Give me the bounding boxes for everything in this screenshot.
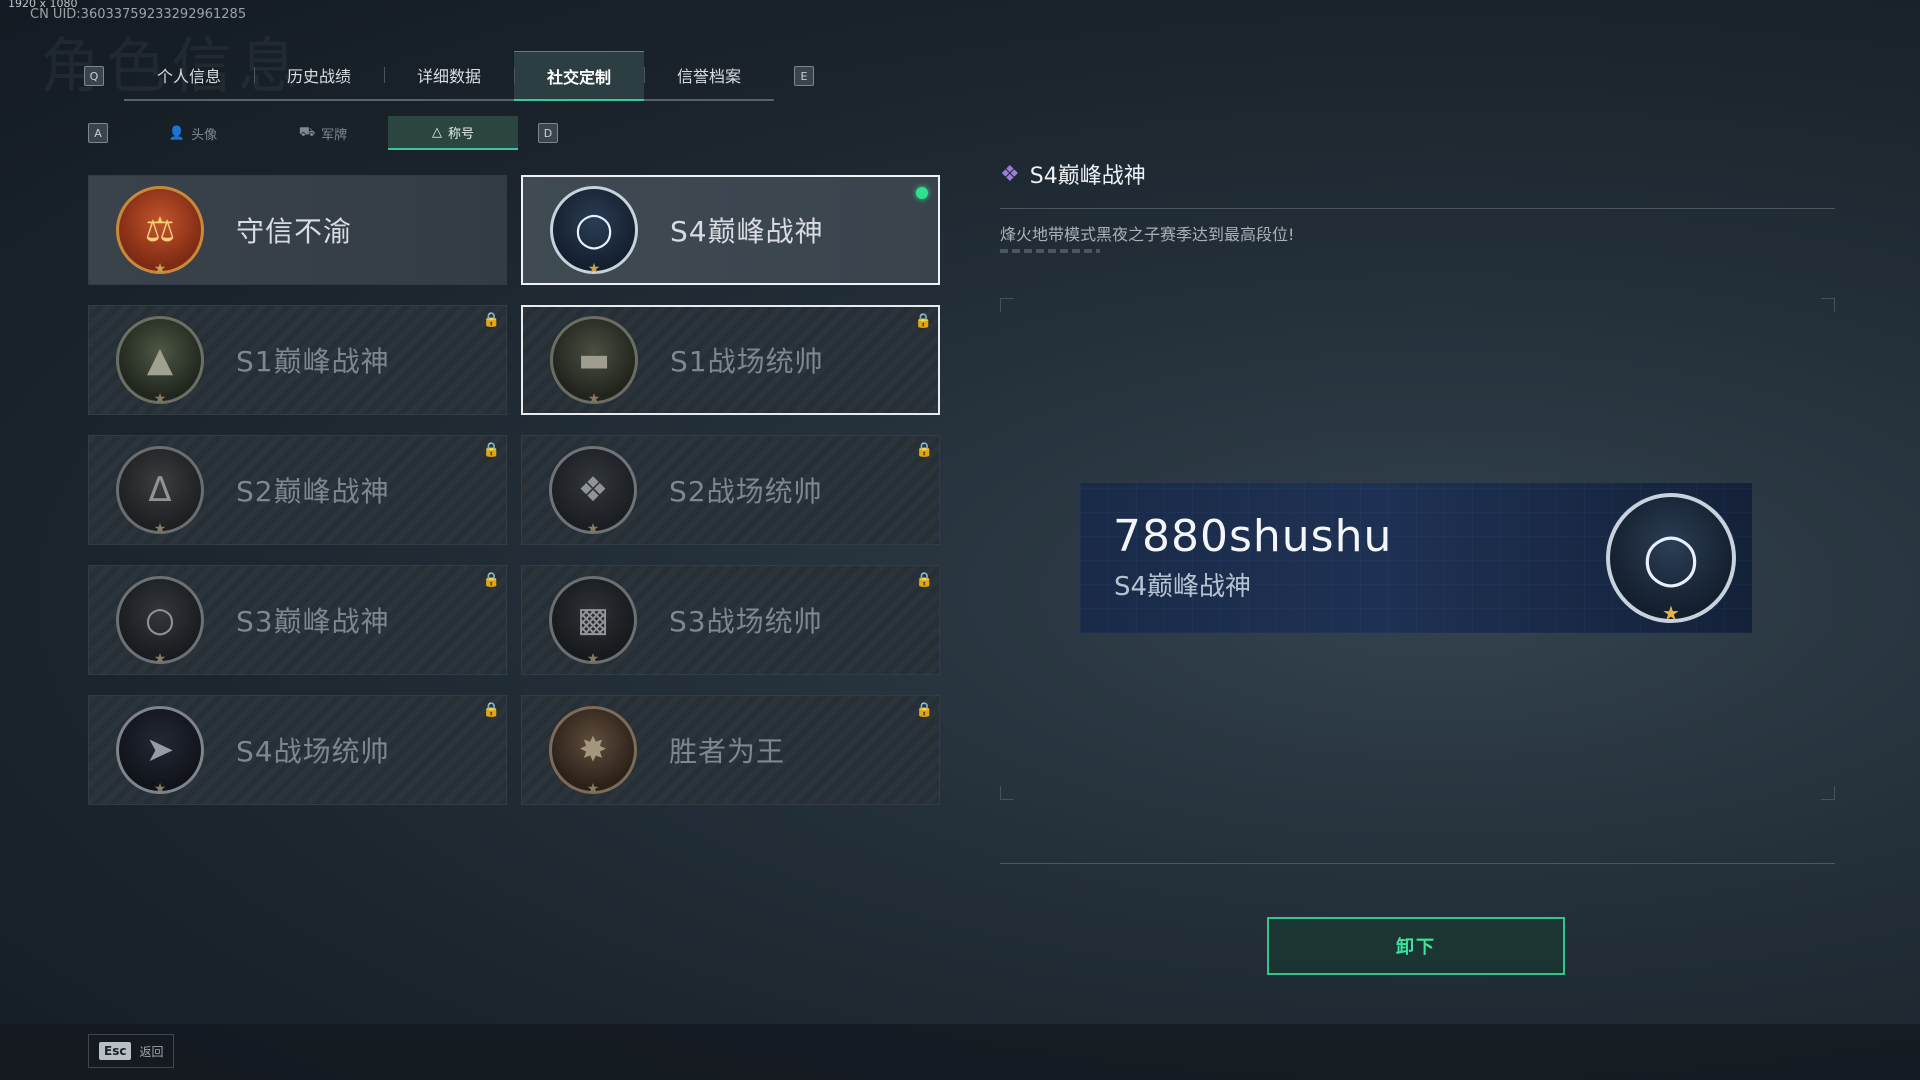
subtab-title-label: 称号 (447, 126, 474, 142)
title-detail-panel: ❖ S4巅峰战神 烽火地带模式黑夜之子赛季达到最高段位! (1000, 138, 1835, 253)
title-card[interactable]: ▩ ★ S3战场统帅 🔒 (521, 565, 940, 675)
lock-icon: 🔒 (915, 442, 933, 458)
person-icon: 👤 (168, 125, 186, 141)
decorative-bar (1000, 249, 1100, 253)
title-card-selected[interactable]: ◯ ★ S4巅峰战神 (521, 175, 940, 285)
main-tabs: Q 个人信息 历史战绩 详细数据 社交定制 信誉档案 E (84, 51, 814, 101)
frame-corner (1821, 298, 1835, 312)
nameplate-preview: 7880shushu S4巅峰战神 ◯ ★ (1080, 483, 1752, 633)
title-card[interactable]: ❖ ★ S2战场统帅 🔒 (521, 435, 940, 545)
equipped-indicator (916, 187, 928, 199)
main-tab-strip: 个人信息 历史战绩 详细数据 社交定制 信誉档案 (124, 51, 774, 101)
dogtag-icon: ⛟ (298, 124, 316, 140)
scales-icon: ⚖ ★ (116, 186, 204, 277)
next-subtab-key[interactable]: D (538, 123, 558, 143)
frame-corner (1000, 298, 1014, 312)
diamond-icon: ❖ (1000, 161, 1020, 187)
esc-key: Esc (99, 1042, 132, 1060)
detail-description: 烽火地带模式黑夜之子赛季达到最高段位! (1000, 225, 1295, 244)
tab-credit-record[interactable]: 信誉档案 (644, 51, 774, 99)
title-card[interactable]: ✸ ★ 胜者为王 🔒 (521, 695, 940, 805)
title-card[interactable]: ➤ ★ S4战场统帅 🔒 (88, 695, 507, 805)
title-name: 守信不渝 (236, 215, 353, 248)
subtab-dogtag[interactable]: ⛟ 军牌 (258, 116, 388, 150)
frame-corner (1000, 786, 1014, 800)
sub-tabs: A 👤 头像 ⛟ 军牌 △ 称号 D (88, 116, 558, 150)
back-button[interactable]: Esc 返回 (88, 1034, 175, 1068)
prev-subtab-key[interactable]: A (88, 123, 108, 143)
title-name: S2巅峰战神 (236, 475, 390, 508)
tab-personal-info[interactable]: 个人信息 (124, 51, 254, 99)
lock-icon: 🔒 (915, 572, 933, 588)
lock-icon: 🔒 (915, 702, 933, 718)
title-card[interactable]: ▬ ★ S1战场统帅 🔒 (521, 305, 940, 415)
tab-detailed-data[interactable]: 详细数据 (384, 51, 514, 99)
lock-icon: 🔒 (482, 312, 500, 328)
preview-title: S4巅峰战神 (1114, 572, 1252, 602)
divider (1000, 208, 1835, 209)
back-label: 返回 (139, 1044, 164, 1059)
frame-corner (1821, 786, 1835, 800)
title-name: 胜者为王 (669, 735, 786, 768)
medal-icon: ✸ ★ (549, 706, 637, 797)
lock-icon: 🔒 (482, 702, 500, 718)
subtab-avatar-label: 头像 (191, 127, 218, 143)
unequip-button[interactable]: 卸下 (1267, 917, 1565, 975)
apc-icon: ▩ ★ (549, 576, 637, 667)
subtab-avatar[interactable]: 👤 头像 (128, 116, 258, 150)
title-card[interactable]: ⚖ ★ 守信不渝 (88, 175, 507, 285)
title-name: S4战场统帅 (236, 735, 390, 768)
subtab-title[interactable]: △ 称号 (388, 116, 518, 150)
delta-icon: Δ ★ (116, 446, 204, 537)
tab-social-custom[interactable]: 社交定制 (514, 51, 644, 101)
title-grid: ⚖ ★ 守信不渝 ◯ ★ S4巅峰战神 ▲ ★ S1巅峰战神 🔒 ▬ ★ S1战场统帅 … (88, 175, 940, 805)
footer-bar: Esc 返回 (0, 1024, 1920, 1080)
nvg-helmet-icon: ◯ ★ (550, 186, 638, 277)
title-name: S4巅峰战神 (670, 215, 824, 248)
triangle-icon: △ (431, 124, 442, 140)
next-tab-key[interactable]: E (794, 66, 814, 86)
detail-header: ❖ S4巅峰战神 (1000, 158, 1835, 190)
title-name: S3巅峰战神 (236, 605, 390, 638)
nvg-helmet-icon: ◯ ★ (1606, 493, 1736, 625)
crocodile-icon: ▲ ★ (116, 316, 204, 407)
lock-icon: 🔒 (482, 442, 500, 458)
missile-icon: ➤ ★ (116, 706, 204, 797)
title-name: S3战场统帅 (669, 605, 823, 638)
preview-player-name: 7880shushu (1113, 511, 1393, 562)
title-name: S1战场统帅 (670, 345, 824, 378)
tab-match-history[interactable]: 历史战绩 (254, 51, 384, 99)
title-name: S2战场统帅 (669, 475, 823, 508)
helicopter-icon: ❖ ★ (549, 446, 637, 537)
sub-tab-strip: 👤 头像 ⛟ 军牌 △ 称号 (128, 116, 518, 150)
lock-icon: 🔒 (914, 313, 932, 329)
subtab-dogtag-label: 军牌 (321, 127, 348, 143)
title-card[interactable]: ○ ★ S3巅峰战神 🔒 (88, 565, 507, 675)
title-name: S1巅峰战神 (236, 345, 390, 378)
lock-icon: 🔒 (482, 572, 500, 588)
title-card[interactable]: Δ ★ S2巅峰战神 🔒 (88, 435, 507, 545)
player-uid: CN UID:3603375923329296‌1285 (30, 7, 247, 22)
prev-tab-key[interactable]: Q (84, 66, 104, 86)
title-card[interactable]: ▲ ★ S1巅峰战神 🔒 (88, 305, 507, 415)
divider (1000, 863, 1835, 864)
detail-title: S4巅峰战神 (1029, 164, 1146, 189)
tank-icon: ▬ ★ (550, 316, 638, 407)
globe-icon: ○ ★ (116, 576, 204, 667)
